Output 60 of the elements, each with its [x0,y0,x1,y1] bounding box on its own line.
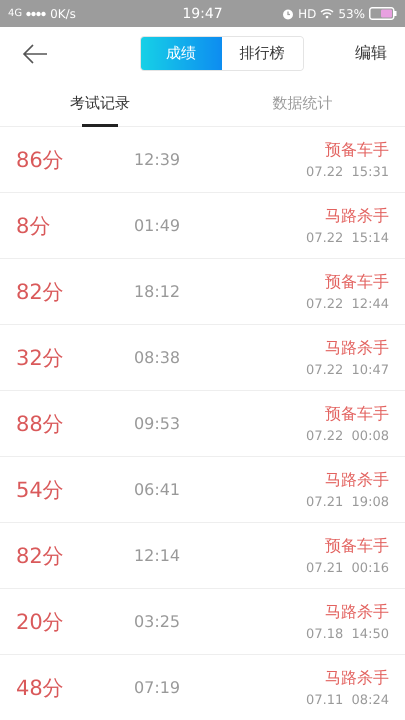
tab[interactable]: 数据统计 [200,80,405,126]
signal-icon [26,10,46,16]
rank-title: 马路杀手 [325,338,389,358]
battery-percent: 53% [338,6,365,20]
score: 82分 [16,542,65,570]
date-time: 07.22 10:47 [306,362,389,378]
date-time: 07.22 15:31 [306,164,389,180]
score: 32分 [16,344,65,372]
date-time: 07.21 00:16 [306,560,389,576]
record-row[interactable]: 20分 03:25 马路杀手 07.18 14:50 [0,589,405,655]
network-label: 4G [8,8,22,19]
score: 54分 [16,476,65,504]
back-arrow-icon [22,44,48,64]
score: 88分 [16,410,65,438]
back-button[interactable] [22,44,48,64]
network-speed: 0K/s [50,6,76,20]
rank-title: 马路杀手 [325,206,389,226]
rank-title: 马路杀手 [325,668,389,688]
rank-title: 预备车手 [325,404,389,424]
record-row[interactable]: 86分 12:39 预备车手 07.22 15:31 [0,127,405,193]
duration: 06:41 [134,480,182,499]
duration: 12:14 [134,546,182,565]
clock: 19:47 [182,6,223,22]
record-row[interactable]: 48分 07:19 马路杀手 07.11 08:24 [0,655,405,720]
edit-button[interactable]: 编辑 [355,43,387,64]
hd-label: HD [298,6,316,20]
duration: 18:12 [134,282,182,301]
duration: 08:38 [134,348,182,367]
record-row[interactable]: 32分 08:38 马路杀手 07.22 10:47 [0,325,405,391]
duration: 09:53 [134,414,182,433]
rank-title: 预备车手 [325,140,389,160]
score: 20分 [16,608,65,636]
score: 48分 [16,674,65,702]
date-time: 07.22 12:44 [306,296,389,312]
score: 82分 [16,278,65,306]
duration: 12:39 [134,150,182,169]
date-time: 07.22 00:08 [306,428,389,444]
date-time: 07.22 15:14 [306,230,389,246]
duration: 03:25 [134,612,182,631]
duration: 07:19 [134,678,182,697]
segment-tab[interactable]: 成绩 [140,37,222,70]
record-row[interactable]: 88分 09:53 预备车手 07.22 00:08 [0,391,405,457]
record-row[interactable]: 8分 01:49 马路杀手 07.22 15:14 [0,193,405,259]
tab[interactable]: 考试记录 [0,80,200,126]
rank-title: 马路杀手 [325,602,389,622]
duration: 01:49 [134,216,182,235]
alarm-icon [282,8,294,20]
rank-title: 预备车手 [325,272,389,292]
rank-title: 马路杀手 [325,470,389,490]
wifi-icon [320,8,334,19]
date-time: 07.11 08:24 [306,692,389,708]
rank-title: 预备车手 [325,536,389,556]
record-row[interactable]: 54分 06:41 马路杀手 07.21 19:08 [0,457,405,523]
record-row[interactable]: 82分 12:14 预备车手 07.21 00:16 [0,523,405,589]
record-row[interactable]: 82分 18:12 预备车手 07.22 12:44 [0,259,405,325]
date-time: 07.21 19:08 [306,494,389,510]
score: 8分 [16,212,52,240]
score: 86分 [16,146,65,174]
battery-icon [369,7,397,20]
date-time: 07.18 14:50 [306,626,389,642]
